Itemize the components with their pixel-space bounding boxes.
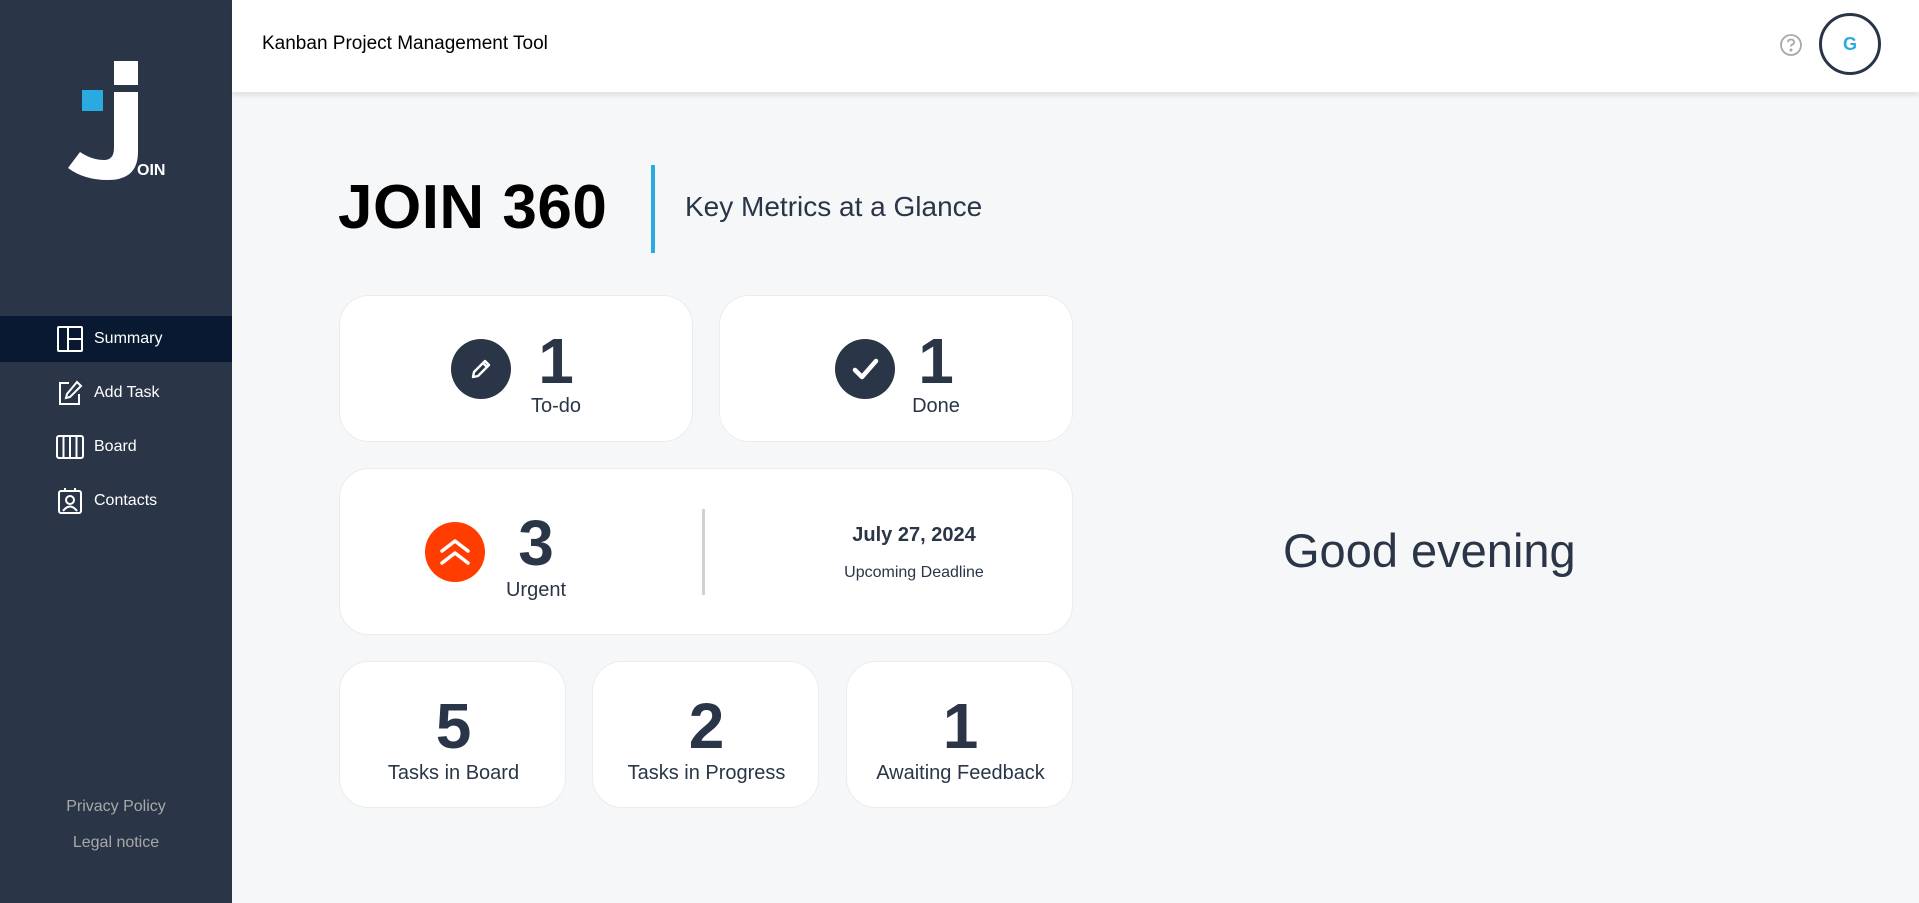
sidebar-item-contacts[interactable]: Contacts xyxy=(0,478,232,524)
checkmark-icon xyxy=(835,339,895,399)
sidebar: OIN Summary Add Task Board Contacts Priv… xyxy=(0,0,232,903)
done-count: 1 xyxy=(918,325,954,397)
todo-count: 1 xyxy=(538,325,574,397)
sidebar-item-label: Contacts xyxy=(94,492,158,509)
done-label: Done xyxy=(912,395,960,417)
sidebar-item-add-task[interactable]: Add Task xyxy=(0,370,232,416)
deadline-date: July 27, 2024 xyxy=(852,524,976,546)
progress-label: Tasks in Progress xyxy=(627,762,786,784)
tasks-in-board-card[interactable]: 5 Tasks in Board xyxy=(339,661,566,808)
sidebar-item-label: Board xyxy=(94,438,137,455)
logo-text: OIN xyxy=(137,162,166,179)
feedback-count: 1 xyxy=(942,690,979,762)
deadline-label: Upcoming Deadline xyxy=(844,564,984,581)
awaiting-feedback-card[interactable]: 1 Awaiting Feedback xyxy=(846,661,1073,808)
tasks-in-progress-card[interactable]: 2 Tasks in Progress xyxy=(592,661,819,808)
user-avatar[interactable]: G xyxy=(1819,13,1881,75)
summary-icon xyxy=(56,325,84,353)
join-logo[interactable]: OIN xyxy=(66,60,170,182)
help-icon[interactable] xyxy=(1779,33,1803,57)
sidebar-item-label: Summary xyxy=(94,330,163,347)
urgent-count: 3 xyxy=(518,507,554,579)
app-title: Kanban Project Management Tool xyxy=(262,33,548,54)
progress-count: 2 xyxy=(688,690,725,762)
card-divider xyxy=(702,509,705,595)
sidebar-nav: Summary Add Task Board Contacts xyxy=(0,316,232,532)
board-label: Tasks in Board xyxy=(387,762,520,784)
contacts-icon xyxy=(56,487,84,515)
page-subtitle: Key Metrics at a Glance xyxy=(685,191,983,222)
sidebar-item-summary[interactable]: Summary xyxy=(0,316,232,362)
board-icon xyxy=(56,433,84,461)
todo-label: To-do xyxy=(530,395,582,417)
sidebar-item-label: Add Task xyxy=(94,384,160,401)
todo-card[interactable]: 1 To-do xyxy=(339,295,693,442)
urgent-label: Urgent xyxy=(505,579,567,601)
pencil-icon xyxy=(451,339,511,399)
page-title: JOIN 360 xyxy=(338,173,608,242)
header: Kanban Project Management Tool G xyxy=(232,0,1919,92)
done-card[interactable]: 1 Done xyxy=(719,295,1073,442)
add-task-icon xyxy=(56,379,84,407)
legal-notice-link[interactable]: Legal notice xyxy=(0,834,232,852)
double-chevron-up-icon xyxy=(425,522,485,582)
sidebar-item-board[interactable]: Board xyxy=(0,424,232,470)
title-divider xyxy=(651,165,655,253)
feedback-label: Awaiting Feedback xyxy=(876,762,1045,784)
greeting-text: Good evening xyxy=(1283,524,1576,577)
board-count: 5 xyxy=(435,690,472,762)
privacy-policy-link[interactable]: Privacy Policy xyxy=(0,798,232,816)
urgent-card[interactable]: 3 Urgent July 27, 2024 Upcoming Deadline xyxy=(339,468,1073,635)
